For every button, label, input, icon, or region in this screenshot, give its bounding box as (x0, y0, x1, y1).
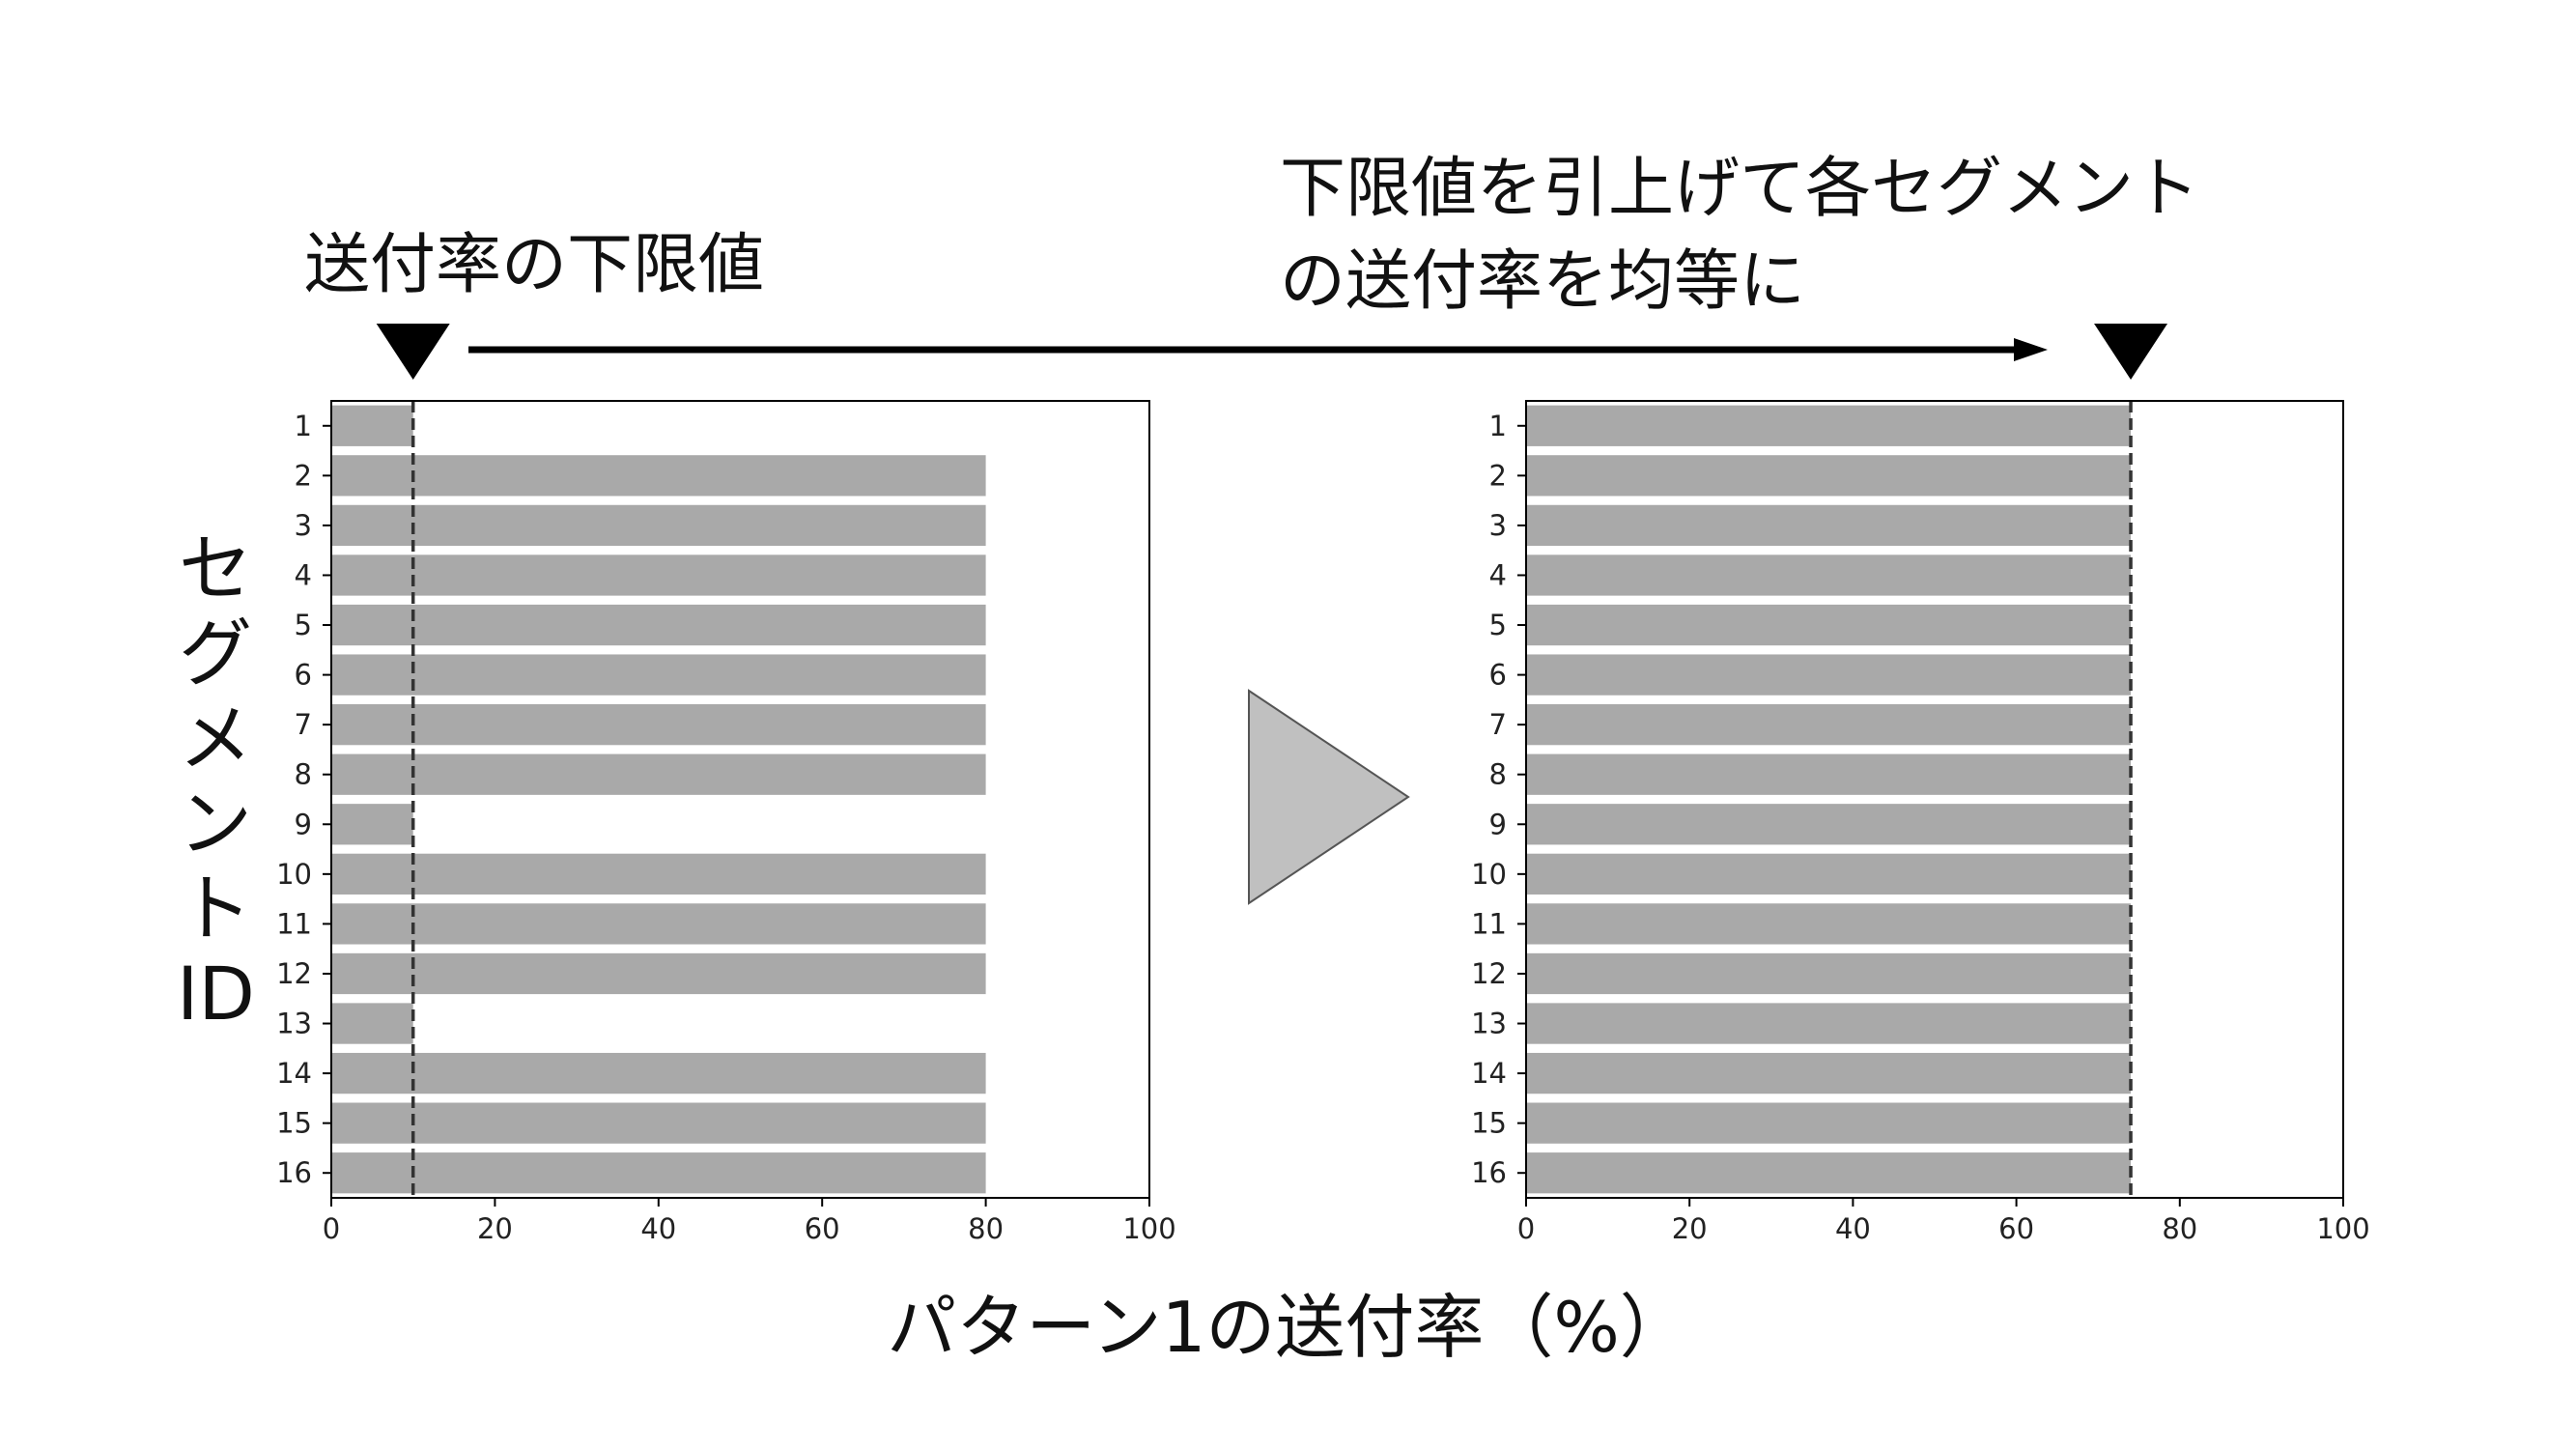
bar-segment-11-before (331, 903, 986, 945)
y-tick-label: 10 (1471, 858, 1507, 891)
y-tick-label: 3 (1489, 509, 1507, 542)
y-tick-label: 15 (276, 1107, 312, 1140)
bar-segment-13-before (331, 1003, 413, 1044)
bar-segment-3-before (331, 504, 986, 547)
x-tick-label: 100 (1122, 1212, 1175, 1245)
y-tick-label: 5 (1489, 609, 1507, 641)
x-tick-label: 20 (477, 1212, 513, 1245)
y-tick-label: 7 (1489, 708, 1507, 741)
threshold-marker-icon (2094, 324, 2168, 380)
y-tick-label: 14 (276, 1057, 312, 1090)
y-tick-label: 16 (1471, 1156, 1507, 1189)
y-tick-label: 8 (295, 758, 312, 791)
y-tick-label: 9 (1489, 808, 1507, 840)
y-tick-label: 11 (276, 907, 312, 940)
x-tick-label: 0 (323, 1212, 340, 1245)
bar-segment-10-after (1526, 853, 2132, 895)
bar-segment-15-before (331, 1102, 986, 1144)
x-tick-label: 80 (2162, 1212, 2197, 1245)
bar-segment-15-after (1526, 1102, 2132, 1144)
bar-segment-9-after (1526, 804, 2132, 845)
y-tick-label: 3 (295, 509, 312, 542)
y-tick-label: 2 (295, 459, 312, 492)
bar-segment-1-before (331, 405, 413, 446)
x-tick-label: 60 (1998, 1212, 2034, 1245)
bar-segment-11-after (1526, 903, 2132, 945)
bar-segment-6-after (1526, 654, 2132, 696)
bar-segment-16-after (1526, 1152, 2132, 1194)
y-tick-label: 11 (1471, 907, 1507, 940)
y-tick-label: 2 (1489, 459, 1507, 492)
x-tick-label: 40 (640, 1212, 676, 1245)
y-tick-label: 14 (1471, 1057, 1507, 1090)
bar-segment-14-before (331, 1052, 986, 1094)
bar-segment-12-after (1526, 952, 2132, 995)
bar-segment-3-after (1526, 504, 2132, 547)
y-tick-label: 4 (1489, 558, 1507, 591)
bar-segment-4-after (1526, 554, 2132, 596)
charts-canvas: 123456789101112131415160 20 40 60 80 10012345… (276, 324, 2370, 1245)
x-tick-label: 100 (2316, 1212, 2369, 1245)
y-tick-label: 15 (1471, 1107, 1507, 1140)
bar-segment-2-after (1526, 455, 2132, 497)
bar-segment-6-before (331, 654, 986, 696)
bar-segment-12-before (331, 952, 986, 995)
bar-segment-8-before (331, 753, 986, 795)
bar-segment-7-after (1526, 704, 2132, 746)
y-tick-label: 10 (276, 858, 312, 891)
y-tick-label: 16 (276, 1156, 312, 1189)
y-tick-label: 6 (295, 659, 312, 692)
y-tick-label: 4 (295, 558, 312, 591)
x-tick-label: 40 (1835, 1212, 1871, 1245)
bar-segment-1-after (1526, 405, 2132, 446)
y-tick-label: 7 (295, 708, 312, 741)
bar-segment-10-before (331, 853, 986, 895)
y-tick-label: 1 (1489, 410, 1507, 442)
bar-segment-13-after (1526, 1003, 2132, 1044)
transition-arrow-icon (1248, 689, 1410, 905)
y-tick-label: 6 (1489, 659, 1507, 692)
x-tick-label: 80 (968, 1212, 1004, 1245)
y-tick-label: 13 (1471, 1008, 1507, 1040)
y-tick-label: 13 (276, 1008, 312, 1040)
bar-segment-8-after (1526, 753, 2132, 795)
x-tick-label: 60 (805, 1212, 840, 1245)
y-tick-label: 1 (295, 410, 312, 442)
bar-segment-2-before (331, 455, 986, 497)
bar-segment-9-before (331, 804, 413, 845)
x-tick-label: 0 (1517, 1212, 1535, 1245)
bar-segment-7-before (331, 704, 986, 746)
y-tick-label: 5 (295, 609, 312, 641)
bar-segment-5-before (331, 604, 986, 646)
y-tick-label: 9 (295, 808, 312, 840)
y-tick-label: 8 (1489, 758, 1507, 791)
threshold-marker-icon (376, 324, 450, 380)
y-tick-label: 12 (1471, 957, 1507, 990)
bar-segment-5-after (1526, 604, 2132, 646)
x-tick-label: 20 (1672, 1212, 1708, 1245)
bar-segment-16-before (331, 1152, 986, 1194)
shift-arrow-head-icon (2014, 338, 2048, 361)
bar-segment-14-after (1526, 1052, 2132, 1094)
bar-segment-4-before (331, 554, 986, 596)
y-tick-label: 12 (276, 957, 312, 990)
